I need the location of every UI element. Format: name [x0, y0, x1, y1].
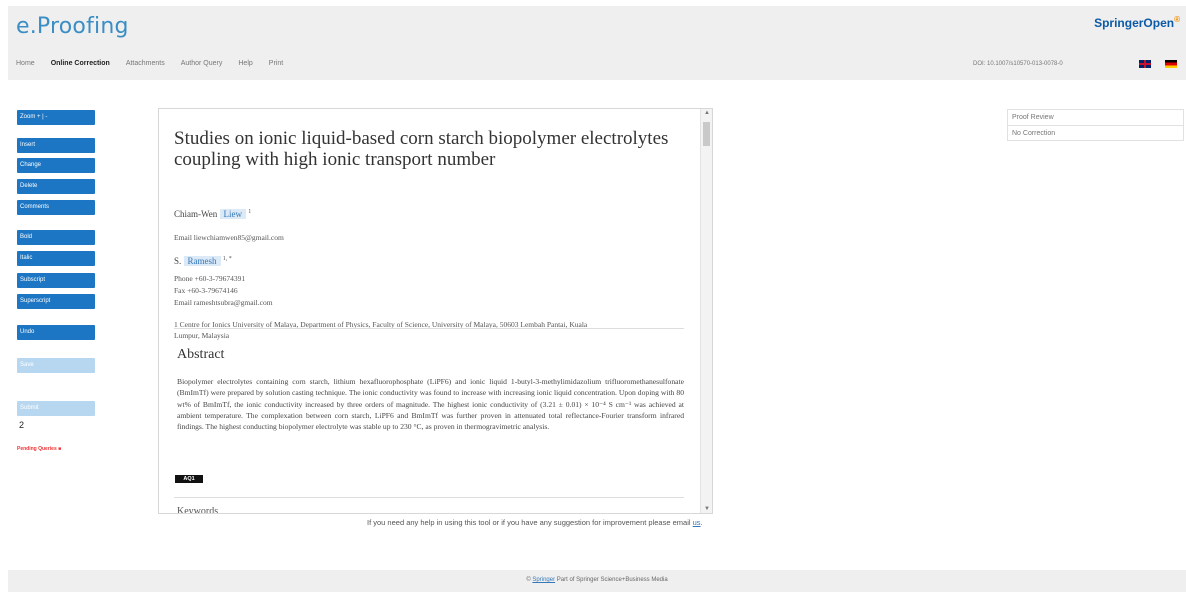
affiliation-text: 1 Centre for Ionics University of Malaya… [174, 320, 588, 340]
uk-flag-icon[interactable] [1139, 60, 1151, 68]
section-divider [174, 328, 684, 329]
author-fax: Fax +60-3-79674146 [174, 286, 238, 295]
save-button[interactable]: Save [17, 358, 95, 373]
subscript-button[interactable]: Subscript [17, 273, 95, 288]
proof-review-title: Proof Review [1008, 110, 1183, 126]
nav-home[interactable]: Home [16, 60, 35, 67]
nav-print[interactable]: Print [269, 60, 283, 67]
scroll-thumb[interactable] [703, 122, 710, 146]
author-phone: Phone +60-3-79674391 [174, 274, 246, 283]
keywords-heading: Keywords [177, 506, 219, 514]
page-number: 2 [19, 420, 25, 430]
submit-button[interactable]: Submit [17, 401, 95, 416]
author-line-1: Chiam-Wen Liew 1 [174, 209, 252, 219]
scroll-up-icon[interactable]: ▲ [704, 110, 710, 116]
delete-button[interactable]: Delete [17, 179, 95, 194]
document-scrollbar[interactable]: ▲ ▼ [700, 109, 712, 513]
author-email-2: Email rameshtsubra@gmail.com [174, 298, 273, 307]
undo-button[interactable]: Undo [17, 325, 95, 340]
italic-button[interactable]: Italic [17, 251, 95, 266]
author-email-1: Email liewchiamwen85@gmail.com [174, 233, 284, 242]
proof-review-panel: Proof Review No Correction [1007, 109, 1184, 141]
publisher-logo: SpringerOpen® [1094, 15, 1180, 30]
german-flag-icon[interactable] [1165, 60, 1177, 68]
bold-button[interactable]: Bold [17, 230, 95, 245]
doi-text: DOI: 10.1007/s10570-013-0078-0 [973, 61, 1063, 67]
scroll-down-icon[interactable]: ▼ [704, 506, 710, 512]
zoom-button[interactable]: Zoom + | - [17, 110, 95, 125]
footer: © Springer Part of Springer Science+Busi… [8, 570, 1186, 592]
comments-button[interactable]: Comments [17, 200, 95, 215]
nav-help[interactable]: Help [238, 60, 252, 67]
springer-link[interactable]: Springer [532, 577, 555, 583]
author-line-2: S. Ramesh 1, * [174, 256, 232, 266]
superscript-button[interactable]: Superscript [17, 294, 95, 309]
proof-status: No Correction [1012, 130, 1056, 137]
email-link[interactable]: us [693, 518, 701, 527]
author-surname-1[interactable]: Liew [219, 209, 247, 219]
nav-online-correction[interactable]: Online Correction [51, 60, 110, 67]
change-button[interactable]: Change [17, 158, 95, 173]
author-query-badge[interactable]: AQ1 [175, 475, 203, 483]
abstract-text: Biopolymer electrolytes containing corn … [177, 377, 684, 432]
help-message: If you need any help in using this tool … [367, 518, 703, 527]
nav-author-query[interactable]: Author Query [181, 60, 223, 67]
insert-button[interactable]: Insert [17, 138, 95, 153]
pending-queries-link[interactable]: Pending Queries ■ [17, 446, 61, 452]
nav-attachments[interactable]: Attachments [126, 60, 165, 67]
article-title: Studies on ionic liquid-based corn starc… [174, 128, 669, 170]
section-divider-2 [174, 497, 684, 498]
top-bar: e.Proofing SpringerOpen® Home Online Cor… [8, 6, 1186, 80]
app-logo: e.Proofing [16, 14, 129, 39]
abstract-heading: Abstract [177, 347, 225, 362]
top-navigation: Home Online Correction Attachments Autho… [16, 60, 299, 67]
author-surname-2[interactable]: Ramesh [183, 256, 221, 266]
document-viewer[interactable]: Studies on ionic liquid-based corn starc… [158, 108, 713, 514]
